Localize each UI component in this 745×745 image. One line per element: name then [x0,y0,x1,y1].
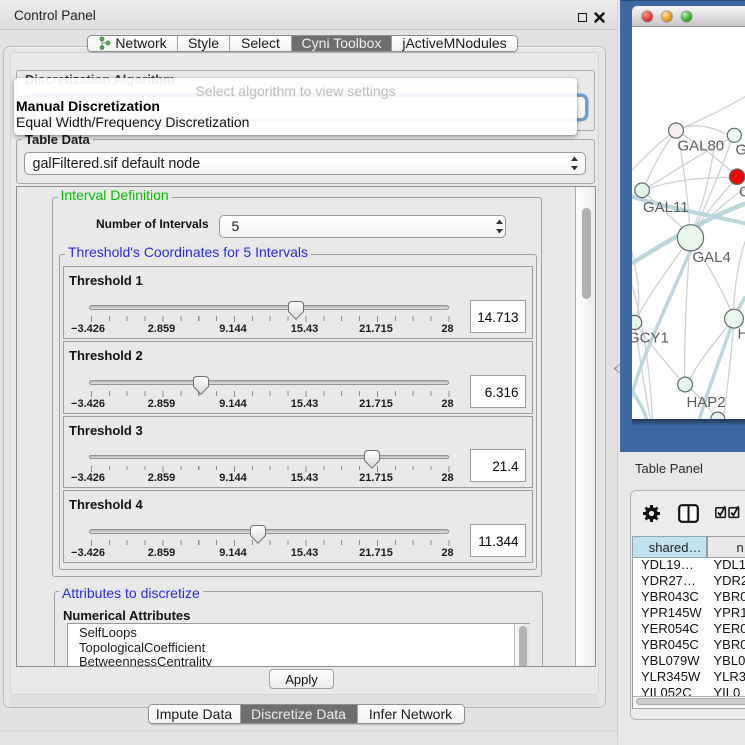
svg-text:HAP2: HAP2 [686,393,725,410]
svg-text:GAL11: GAL11 [643,198,689,215]
svg-text:H: H [737,325,745,342]
svg-text:GAL80: GAL80 [677,137,724,154]
svg-text:CY: CY [738,183,745,200]
svg-text:GAL4: GAL4 [692,248,730,265]
svg-text:GCY1: GCY1 [632,329,669,346]
svg-text:GA: GA [735,141,745,158]
